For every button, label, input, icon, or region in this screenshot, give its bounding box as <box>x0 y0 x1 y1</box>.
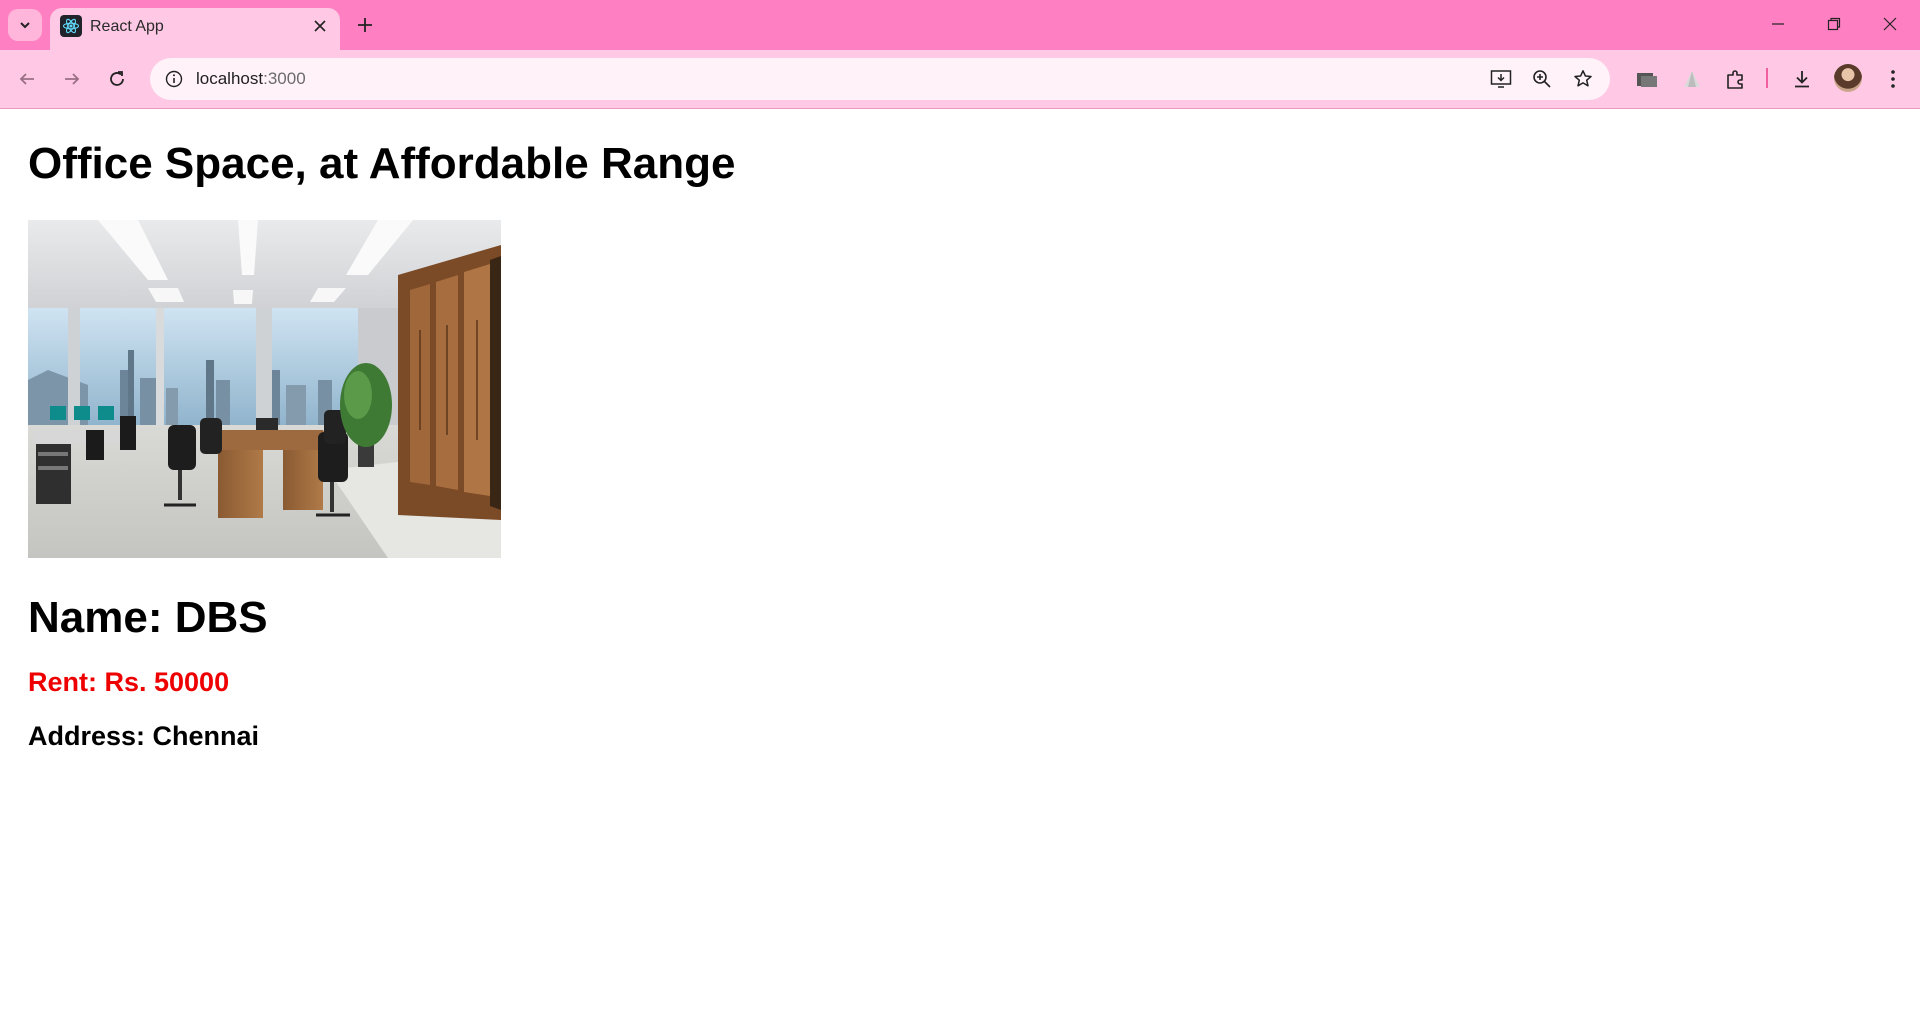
url-text[interactable]: localhost:3000 <box>196 69 306 89</box>
zoom-icon <box>1533 70 1551 88</box>
toolbar-separator <box>1766 68 1768 88</box>
url-host: localhost <box>196 69 264 88</box>
office-name: Name: DBS <box>28 593 268 642</box>
info-icon <box>165 70 183 88</box>
close-icon <box>314 20 326 32</box>
chevron-down-icon <box>20 22 30 29</box>
close-icon <box>1883 17 1897 31</box>
close-window-button[interactable] <box>1870 10 1910 38</box>
puzzle-icon <box>1727 70 1743 89</box>
new-tab-button[interactable] <box>352 12 378 38</box>
tab-close-button[interactable] <box>310 16 330 36</box>
minimize-button[interactable] <box>1758 10 1798 38</box>
office-address: Address: Chennai <box>28 721 260 751</box>
office-image <box>28 220 501 558</box>
arrow-left-icon <box>19 73 34 85</box>
plus-icon <box>358 18 372 32</box>
download-icon <box>1795 71 1809 88</box>
page-title: Office Space, at Affordable Range <box>28 139 736 188</box>
extension-triangle-button[interactable] <box>1677 64 1707 94</box>
downloads-button[interactable] <box>1787 64 1817 94</box>
bookmark-button[interactable] <box>1570 66 1596 92</box>
browser-toolbar: localhost:3000 <box>0 50 1920 109</box>
profile-avatar[interactable] <box>1834 64 1862 92</box>
tab-strip: React App <box>0 0 1920 50</box>
office-rent: Rent: Rs. 50000 <box>28 667 230 697</box>
address-bar[interactable]: localhost:3000 <box>150 58 1610 100</box>
triangle-extension-icon <box>1684 71 1700 87</box>
install-app-button[interactable] <box>1488 66 1514 92</box>
reload-icon <box>110 71 124 86</box>
react-logo-icon <box>60 15 82 37</box>
arrow-right-icon <box>65 73 80 85</box>
back-button[interactable] <box>12 64 42 94</box>
restore-button[interactable] <box>1814 10 1854 38</box>
zoom-button[interactable] <box>1529 66 1555 92</box>
minimize-icon <box>1772 23 1784 25</box>
star-icon <box>1574 70 1592 87</box>
forward-button[interactable] <box>57 64 87 94</box>
active-tab[interactable]: React App <box>50 8 340 50</box>
tab-group-button[interactable] <box>1632 64 1662 94</box>
extensions-button[interactable] <box>1721 64 1751 94</box>
install-app-icon <box>1490 70 1512 88</box>
tab-group-icon <box>1637 73 1657 87</box>
restore-icon <box>1827 17 1841 31</box>
reload-button[interactable] <box>102 64 132 94</box>
kebab-menu-icon <box>1891 70 1895 88</box>
url-port: :3000 <box>263 69 306 88</box>
tab-search-button[interactable] <box>8 9 42 41</box>
browser-menu-button[interactable] <box>1878 64 1908 94</box>
page-content: Office Space, at Affordable Range Name: … <box>28 108 1888 752</box>
site-info-button[interactable] <box>160 65 188 93</box>
tab-title: React App <box>90 18 164 35</box>
